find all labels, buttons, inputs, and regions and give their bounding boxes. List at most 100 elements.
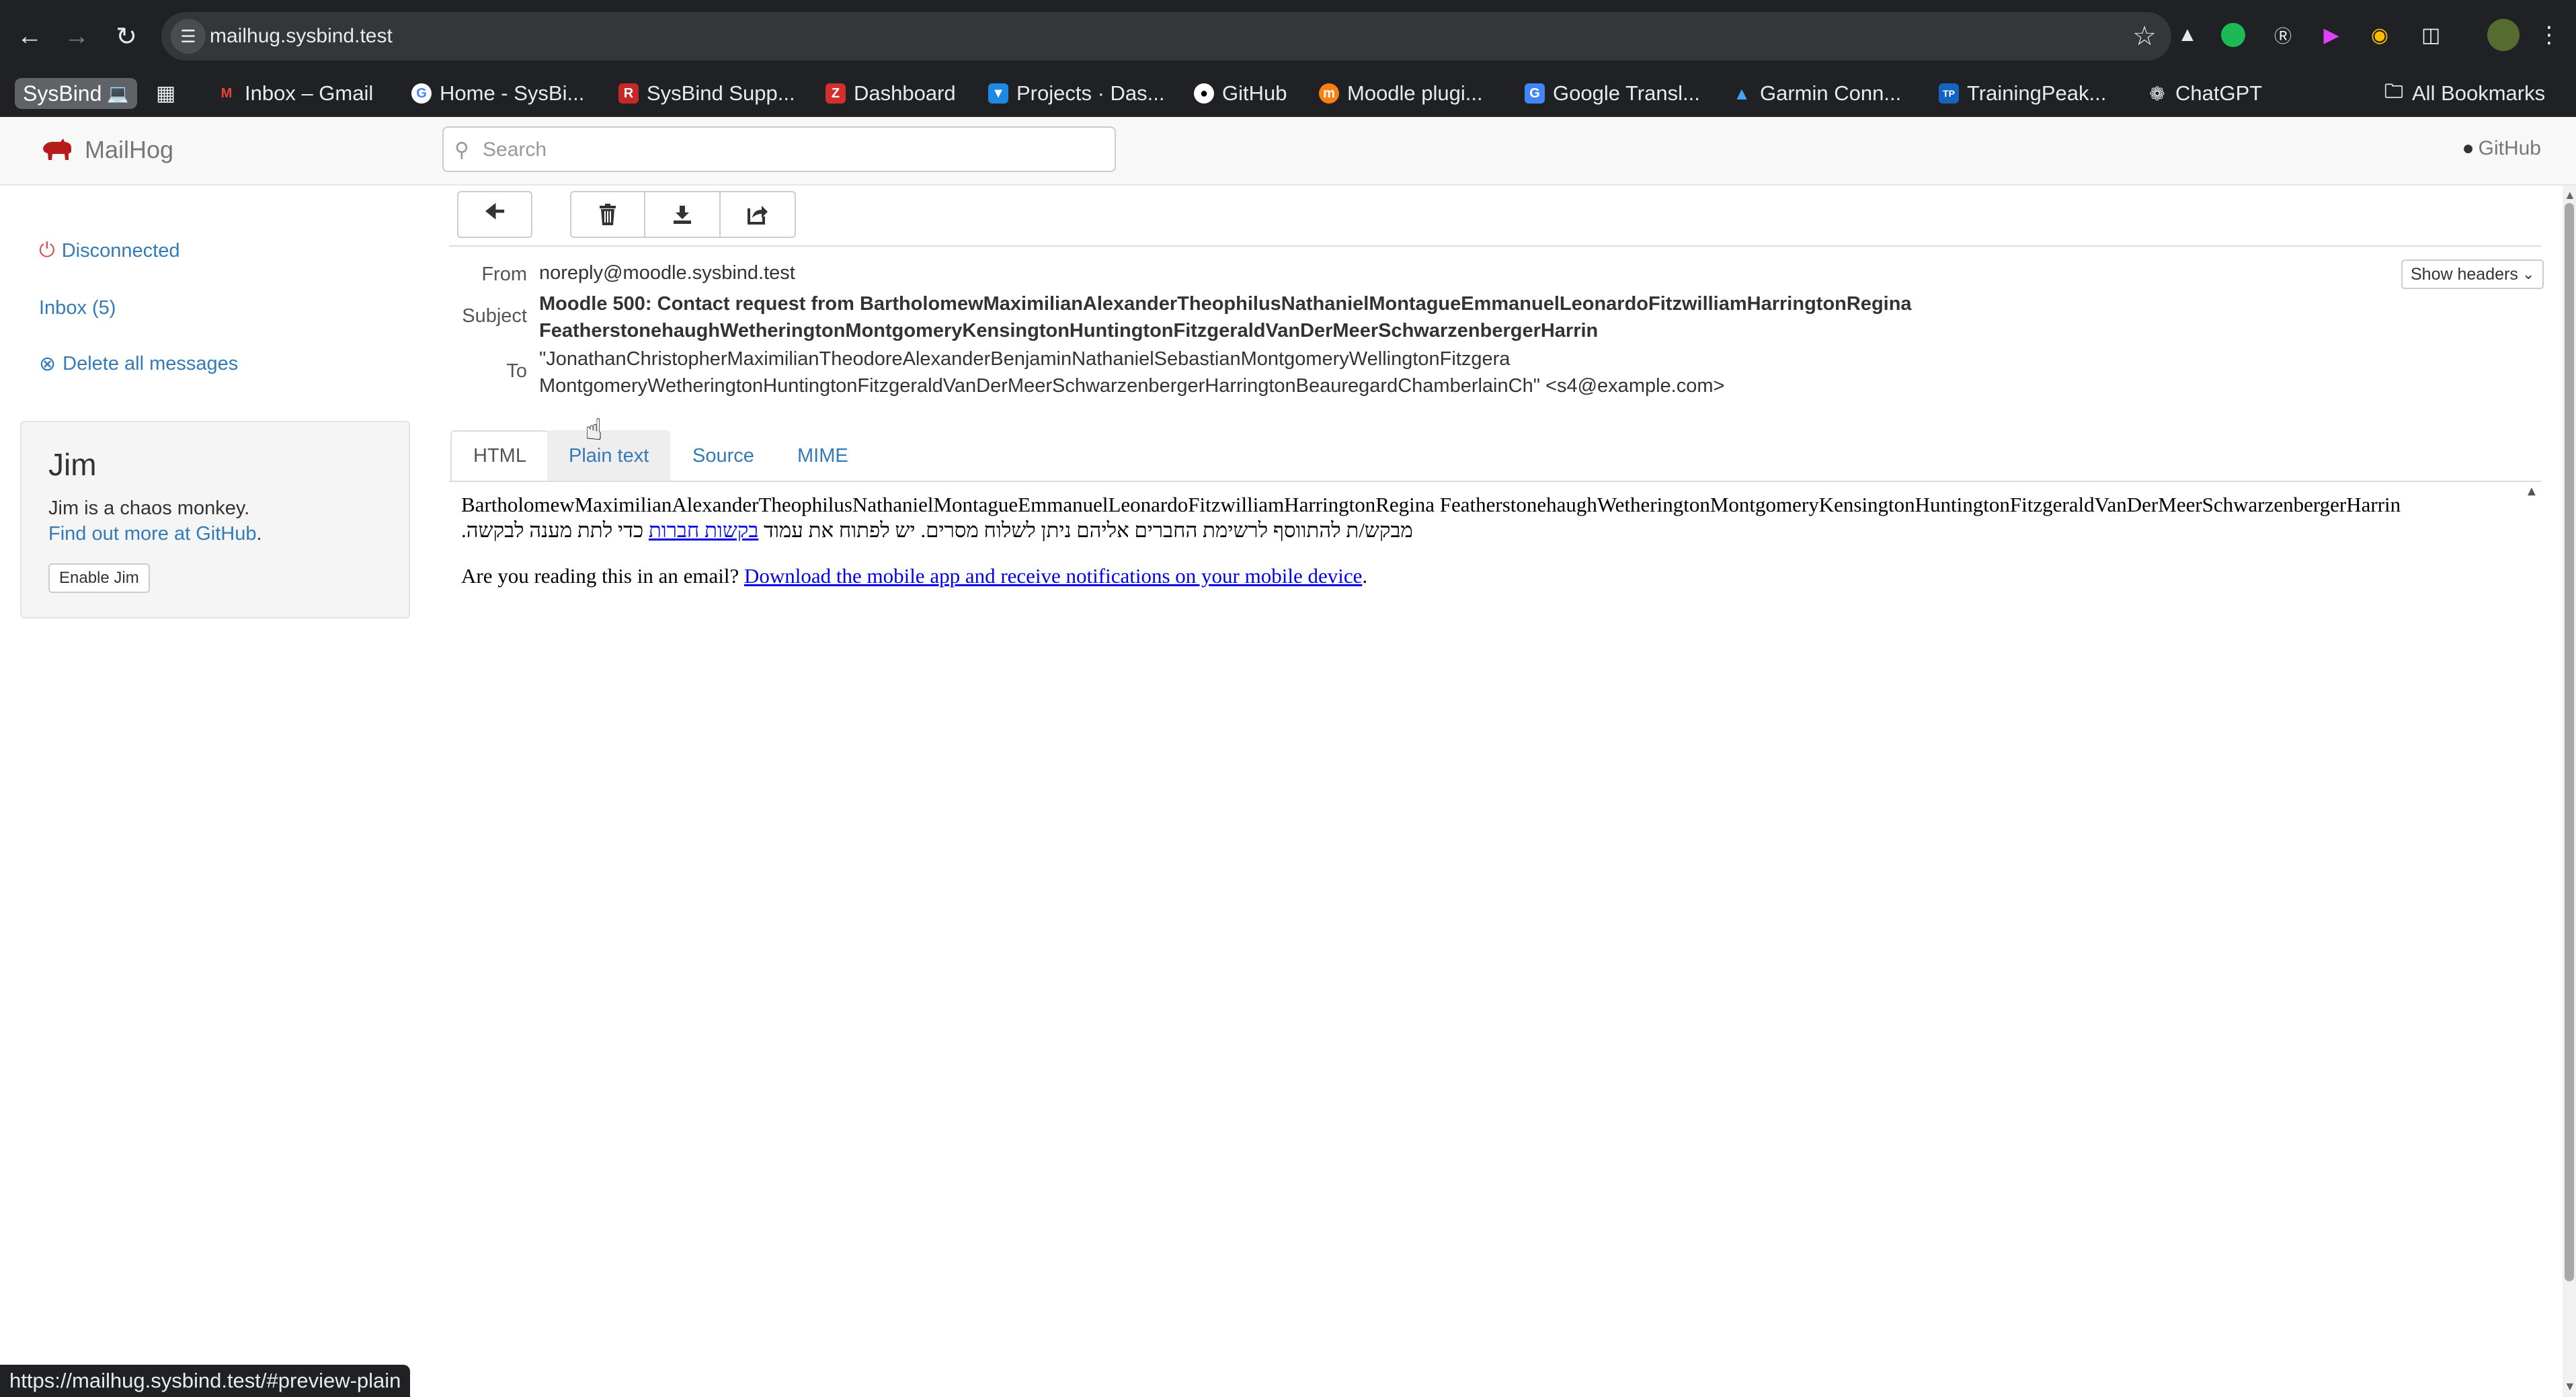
github-link[interactable]: ● GitHub: [2462, 137, 2542, 160]
to-value-line2: MontgomeryWetheringtonHuntingtonFitzgera…: [539, 375, 1725, 397]
search-icon: ⚲: [454, 139, 469, 161]
bookmark-moodle-plugins[interactable]: m Moodle plugi...: [1319, 77, 1483, 110]
reload-icon[interactable]: ↻: [105, 15, 148, 58]
show-headers-button[interactable]: Show headers ⌄: [2401, 260, 2544, 289]
toolbar-divider: [449, 245, 2541, 247]
redmine-icon: R: [618, 83, 639, 104]
hog-logo-icon: [43, 138, 71, 160]
preview-paragraph-request: BartholomewMaximilianAlexanderTheophilus…: [461, 492, 2545, 543]
delete-all-messages-link[interactable]: ⊗ Delete all messages: [39, 352, 238, 376]
from-label: From: [481, 264, 527, 285]
trainingpeaks-icon: TP: [1939, 83, 1959, 104]
github-icon: ●: [2462, 137, 2474, 159]
color-extension-icon[interactable]: ◉: [2365, 20, 2394, 50]
w-extension-icon[interactable]: Ⓡ: [2268, 20, 2298, 50]
translate-icon: G: [1525, 83, 1545, 104]
bookmark-projects[interactable]: ▼ Projects · Das...: [988, 77, 1165, 110]
remove-circle-icon: ⊗: [39, 353, 56, 375]
delete-message-button[interactable]: [570, 191, 645, 238]
tab-plain-text[interactable]: Plain text: [547, 430, 671, 482]
bookmark-all-bookmarks[interactable]: 🗀 All Bookmarks: [2384, 77, 2545, 110]
video-extension-icon[interactable]: ▶: [2317, 20, 2346, 50]
preview-hebrew-text: מבקש/ת להתווסף לרשימת החברים אליהם ניתן …: [461, 518, 1413, 542]
bookmark-star-icon[interactable]: ☆: [2132, 21, 2157, 52]
tabs-divider: [449, 481, 2541, 482]
back-button[interactable]: 🠈: [457, 191, 532, 238]
tab-mime[interactable]: MIME: [776, 430, 870, 482]
tab-source[interactable]: Source: [671, 430, 776, 482]
enable-jim-button[interactable]: Enable Jim: [48, 563, 150, 593]
jim-more-info: Find out more at GitHub.: [48, 523, 262, 545]
gmail-icon: M: [220, 85, 233, 101]
gitlab-icon: ▼: [988, 83, 1008, 104]
garmin-icon: ▲: [1733, 83, 1750, 104]
github-icon: ●: [1194, 83, 1214, 104]
download-icon: [674, 206, 691, 224]
share-icon: [748, 206, 768, 225]
bookmark-home-sysbind[interactable]: G Home - SysBi...: [411, 77, 584, 110]
bookmark-dashboard[interactable]: Z Dashboard: [826, 77, 956, 110]
download-message-button[interactable]: [645, 191, 721, 238]
bookmark-github[interactable]: ● GitHub: [1194, 77, 1287, 110]
zendesk-icon: Z: [826, 83, 846, 104]
moodle-icon: m: [1319, 83, 1339, 104]
to-value-line1: "JonathanChristopherMaximilianTheodoreAl…: [539, 348, 1511, 370]
from-value: noreply@moodle.sysbind.test: [539, 262, 795, 284]
preview-mobile-app-link[interactable]: Download the mobile app and receive noti…: [744, 564, 1362, 588]
search-input[interactable]: [483, 134, 1101, 165]
bookmark-trainingpeaks[interactable]: TP TrainingPeak...: [1939, 77, 2106, 110]
bookmark-group-sysbind[interactable]: SysBind 💻: [15, 78, 137, 109]
subject-value-line2: FeatherstonehaughWetheringtonMontgomeryK…: [539, 320, 1599, 342]
jim-github-link[interactable]: Find out more at GitHub: [48, 523, 256, 545]
arrow-left-icon: 🠈: [484, 198, 506, 225]
bookmark-garmin-connect[interactable]: ▲ Garmin Conn...: [1732, 77, 1901, 110]
preview-paragraph-app: Are you reading this in an email? Downlo…: [461, 564, 1368, 588]
preview-sender-name: BartholomewMaximilianAlexanderTheophilus…: [461, 493, 2401, 516]
google-icon: G: [411, 83, 432, 104]
subject-label: Subject: [462, 305, 527, 327]
puzzle-extensions-icon[interactable]: ◫: [2416, 20, 2446, 50]
jim-panel: Jim Jim is a chaos monkey. Find out more…: [20, 421, 410, 618]
tab-html[interactable]: HTML: [450, 430, 549, 482]
mailhog-navbar: MailHog ⚲ ● GitHub: [0, 117, 2576, 186]
kebab-menu-icon[interactable]: ⋮: [2534, 20, 2564, 50]
profile-avatar[interactable]: [2487, 19, 2520, 51]
mailhog-brand[interactable]: MailHog: [40, 136, 173, 164]
green-extension-icon[interactable]: [2221, 23, 2245, 47]
jim-title: Jim: [48, 447, 97, 482]
bookmark-gmail[interactable]: M Inbox – Gmail: [216, 77, 374, 110]
message-preview: BartholomewMaximilianAlexanderTheophilus…: [461, 492, 2545, 609]
bookmark-google-translate[interactable]: G Google Transl...: [1525, 77, 1700, 110]
bookmark-chatgpt[interactable]: ❁ ChatGPT: [2147, 77, 2262, 110]
laptop-icon: 💻: [107, 83, 129, 104]
page-scrollbar-thumb[interactable]: [2565, 203, 2574, 1281]
browser-toolbar: ← → ↻ ☰ mailhug.sysbind.test ☆ ▲ Ⓡ ▶ ◉ ◫…: [0, 0, 2576, 71]
trash-icon: [600, 204, 616, 225]
chevron-down-icon: ⌄: [2522, 266, 2535, 282]
apps-grid-icon[interactable]: ▦: [156, 77, 175, 110]
browser-status-bar: https://mailhug.sysbind.test/#preview-pl…: [0, 1365, 411, 1397]
address-bar[interactable]: ☰ mailhug.sysbind.test ☆: [161, 12, 2171, 61]
to-label: To: [506, 360, 527, 382]
connection-status[interactable]: ⏻ Disconnected: [39, 239, 179, 262]
sidebar-item-inbox[interactable]: Inbox (5): [39, 297, 116, 319]
subject-value-line1: Moodle 500: Contact request from Barthol…: [539, 293, 1912, 315]
fire-extension-icon[interactable]: ▲: [2173, 20, 2202, 50]
power-icon: ⏻: [39, 239, 55, 262]
preview-scroll-up-icon[interactable]: ▲: [2525, 484, 2538, 500]
chatgpt-icon: ❁: [2149, 83, 2165, 104]
site-info-icon[interactable]: ☰: [171, 19, 206, 54]
preview-contact-requests-link[interactable]: בקשות חברות: [649, 518, 758, 542]
bookmark-sysbind-support[interactable]: R SysBind Supp...: [618, 77, 795, 110]
hand-cursor-icon: ☝: [585, 413, 603, 446]
back-arrow-icon[interactable]: ←: [8, 15, 51, 58]
search-box[interactable]: ⚲: [442, 126, 1116, 172]
scroll-up-icon[interactable]: ▲: [2564, 188, 2576, 202]
bookmarks-bar: SysBind 💻 ▦ M Inbox – Gmail G Home - Sys…: [0, 71, 2576, 117]
jim-description: Jim is a chaos monkey.: [48, 497, 250, 519]
scroll-down-icon[interactable]: ▼: [2564, 1380, 2576, 1394]
forward-arrow-icon[interactable]: →: [55, 15, 98, 58]
address-url[interactable]: mailhug.sysbind.test: [210, 25, 393, 48]
folder-icon: 🗀: [2384, 81, 2403, 102]
release-message-button[interactable]: [721, 191, 796, 238]
